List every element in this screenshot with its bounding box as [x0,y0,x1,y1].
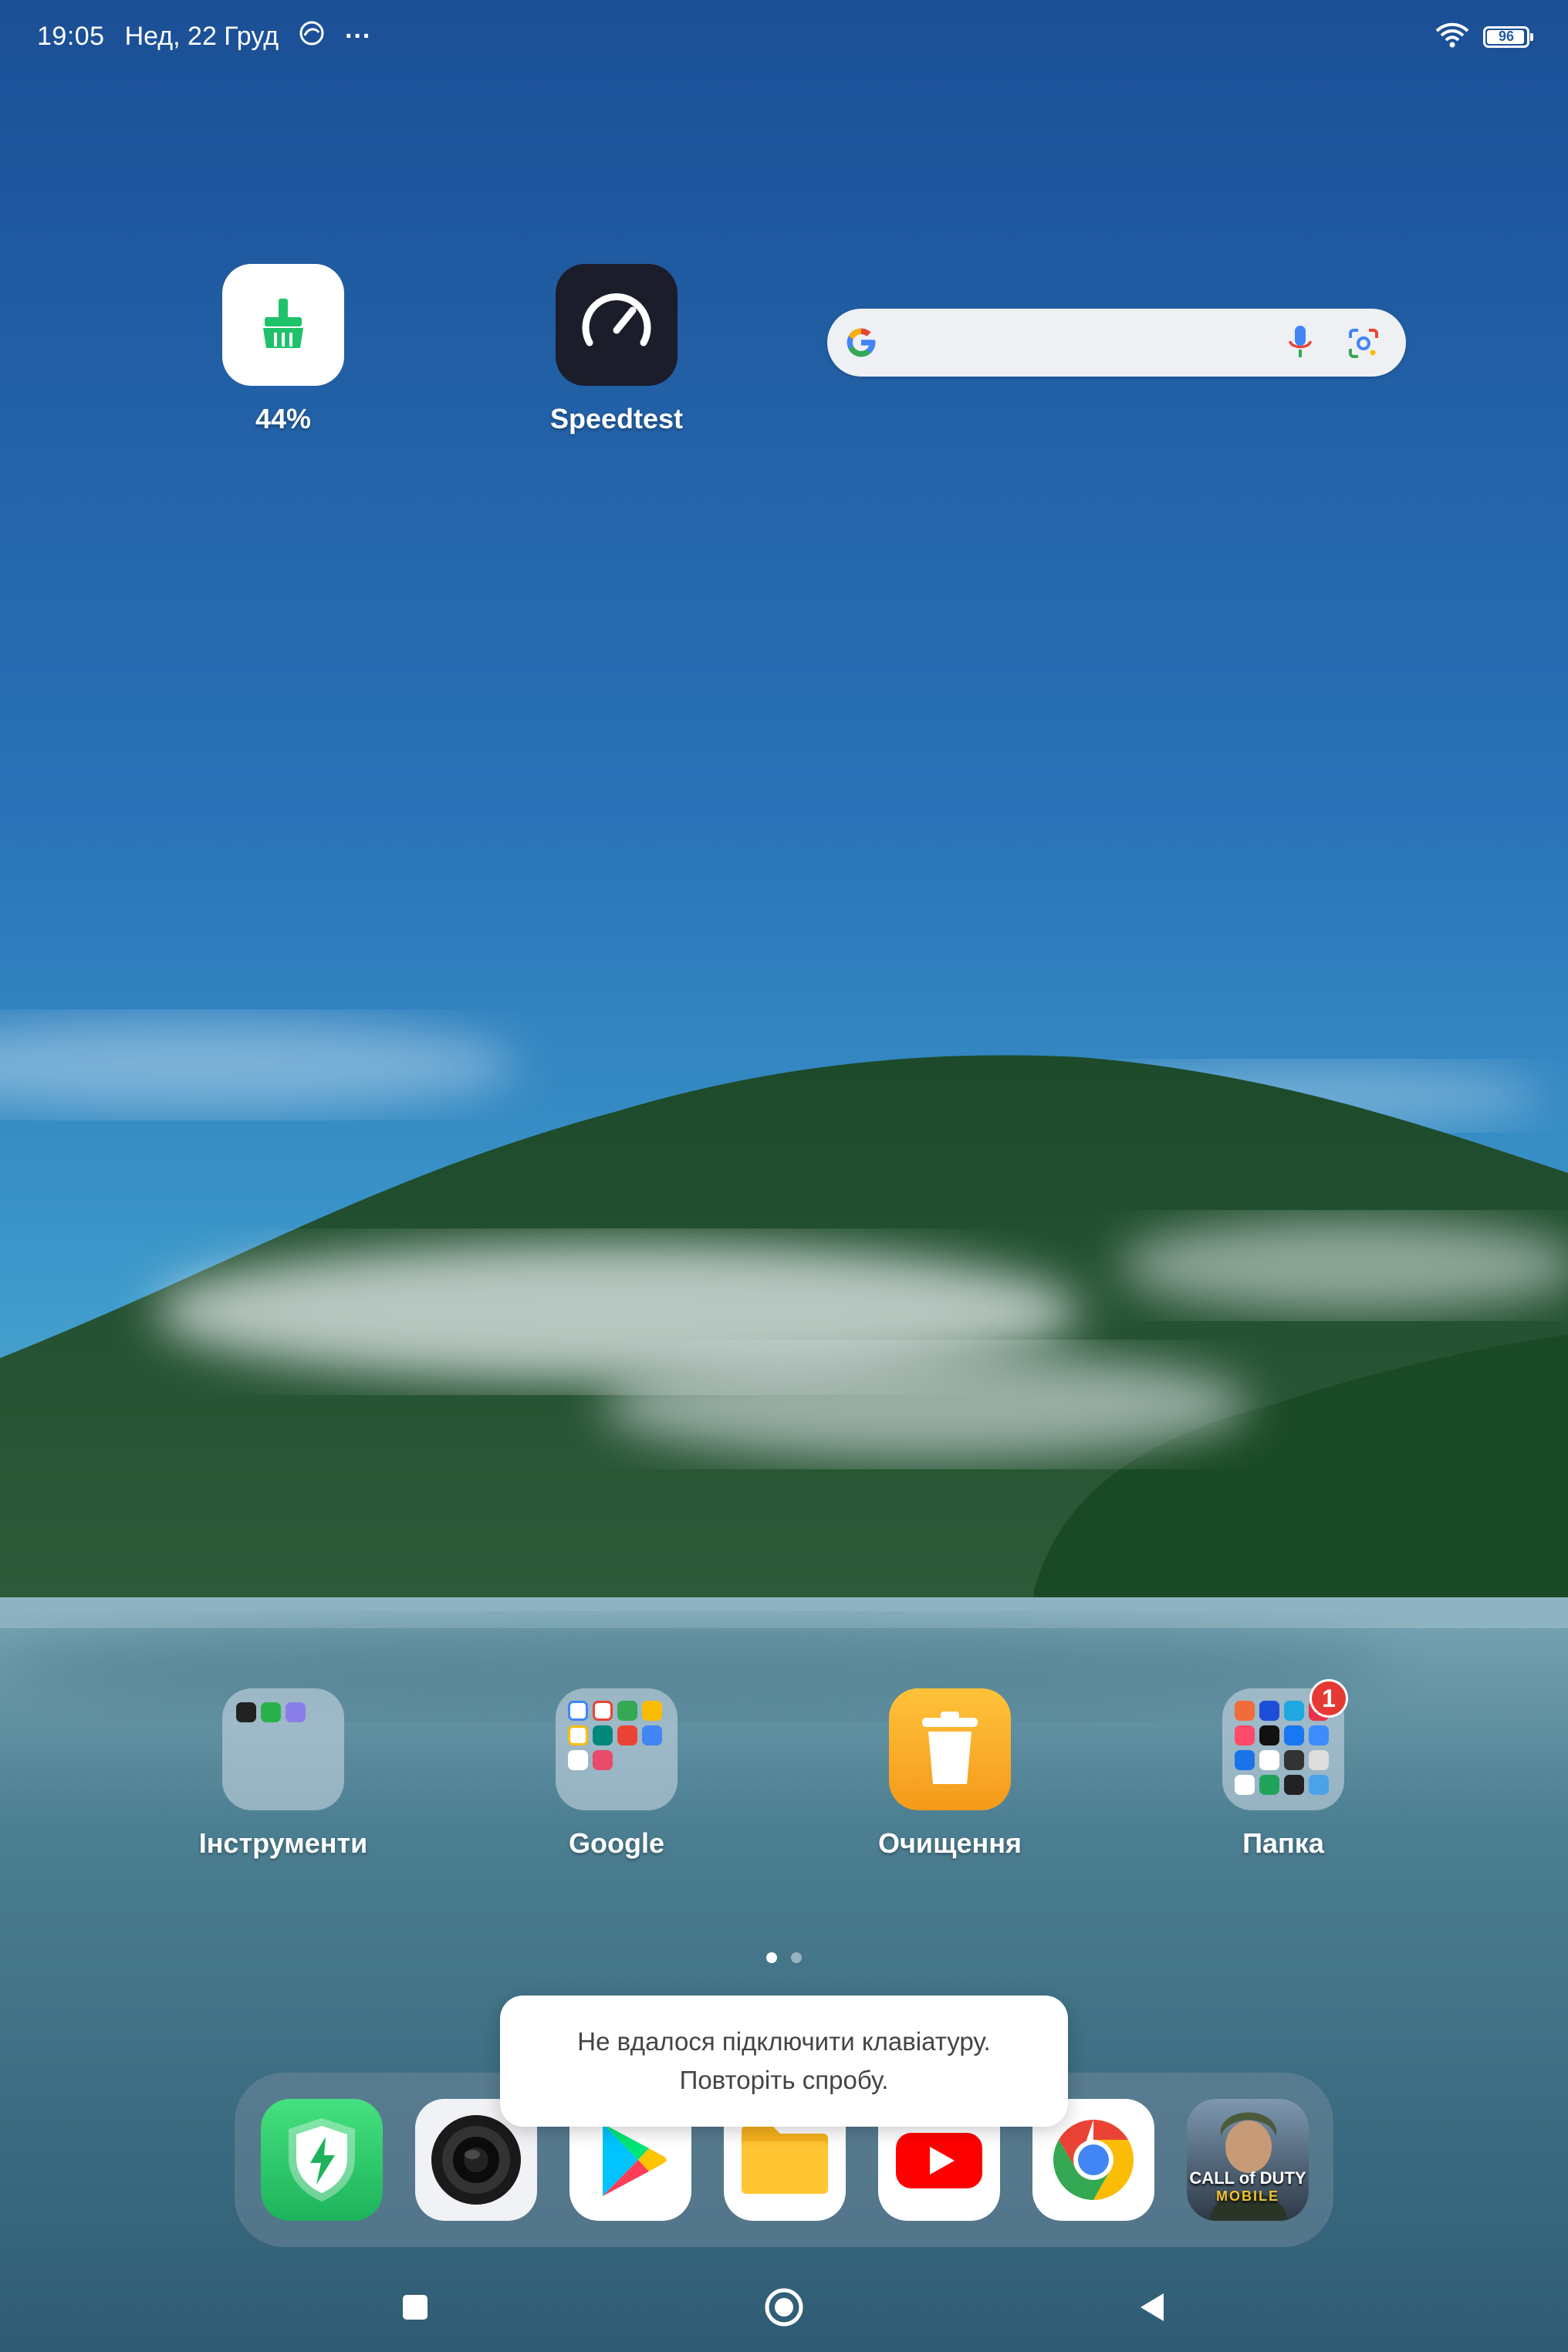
game-title-line1: CALL of DUTY [1189,2168,1306,2188]
page-indicator [0,1952,1568,1963]
search-input[interactable] [897,319,1286,367]
trash-icon [889,1688,1011,1810]
recents-button[interactable] [392,2284,438,2330]
back-triangle-icon [1141,2293,1164,2321]
app-speedtest[interactable]: Speedtest [501,264,732,435]
home-button[interactable] [761,2284,807,2330]
google-lens-icon[interactable] [1347,327,1380,360]
dock-app-call-of-duty[interactable]: CALL of DUTY MOBILE [1187,2099,1309,2221]
youtube-icon [896,2133,982,2188]
toast-message: Не вдалося підключити клавіатуру. Повтор… [500,1995,1068,2127]
shield-bolt-icon [289,2118,355,2202]
folder-label: Папка [1242,1827,1324,1859]
app-cleanup[interactable]: Очищення [834,1688,1066,1860]
battery-text: 96 [1498,29,1515,44]
folder-google[interactable]: Google [501,1688,732,1860]
toast-line-2: Повторіть спробу. [679,2066,889,2094]
folder-label: Інструменти [198,1827,368,1859]
battery-indicator: 96 [1483,25,1533,48]
status-date: Нед, 22 Груд [124,22,279,51]
folder-label: Google [569,1827,664,1859]
app-label: Speedtest [549,403,684,434]
google-g-icon [847,328,876,357]
status-bar: 19:05 Нед, 22 Груд ··· 96 [0,0,1568,77]
cleaner-broom-icon [222,264,344,386]
folder-papka[interactable]: 1 Папка [1168,1679,1399,1860]
folder-icon [742,2126,828,2194]
camera-lens-icon [431,2115,521,2205]
game-title-line2: MOBILE [1216,2188,1279,2204]
more-notifications-icon: ··· [345,22,372,51]
notification-badge: 1 [1309,1679,1348,1718]
navigation-bar [0,2269,1568,2346]
folder-icon [556,1688,678,1810]
back-button[interactable] [1130,2284,1176,2330]
toast-line-1: Не вдалося підключити клавіатуру. [577,2027,991,2056]
folder-icon [222,1688,344,1810]
page-dot-2[interactable] [791,1952,802,1963]
wifi-icon [1435,22,1469,52]
speedometer-icon [556,264,678,386]
microphone-icon[interactable] [1287,324,1313,361]
app-cleaner-widget[interactable]: 44% [167,264,399,435]
dock-app-security[interactable] [261,2099,383,2221]
google-search-widget[interactable] [827,309,1406,377]
circle-home-icon [765,2288,803,2327]
status-time: 19:05 [37,22,105,51]
folder-tools[interactable]: Інструменти [167,1688,399,1860]
play-store-icon [603,2124,667,2196]
chrome-icon [1053,2120,1134,2200]
page-dot-1[interactable] [766,1952,777,1963]
square-icon [403,2295,427,2320]
app-label: 44% [255,403,312,434]
app-label: Очищення [878,1827,1022,1859]
notification-icon [299,20,325,53]
